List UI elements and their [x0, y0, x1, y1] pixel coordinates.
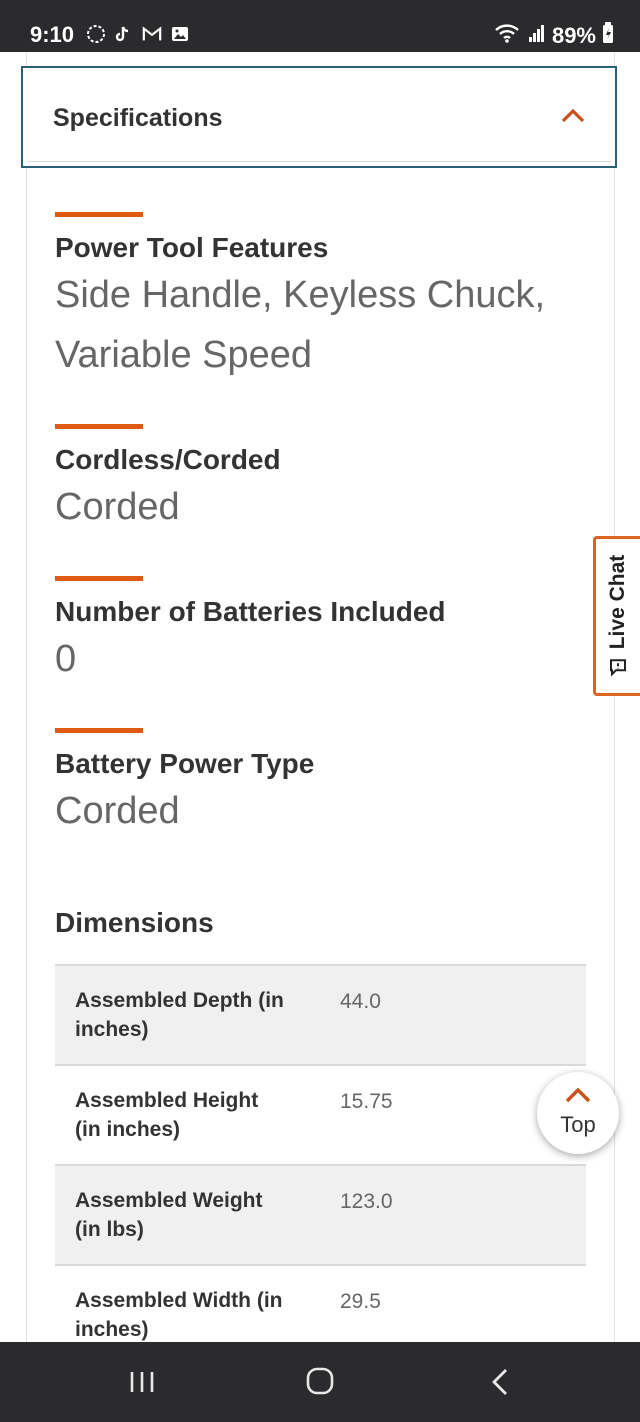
- dimension-name: Assembled Weight (in lbs): [75, 1189, 263, 1241]
- dimension-value: 123.0: [340, 1190, 393, 1213]
- feature-value: Corded: [55, 486, 180, 528]
- table-row: Assembled Depth (in inches) 44.0: [55, 966, 586, 1066]
- battery-percent: 89%: [551, 22, 596, 48]
- table-row: Assembled Height (in inches) 15.75: [55, 1066, 586, 1166]
- dimension-name: Assembled Depth (in inches): [75, 989, 284, 1041]
- battery-icon: [602, 22, 614, 49]
- home-icon[interactable]: [300, 1366, 340, 1398]
- feature-battery-power-type: Battery Power Type Corded: [55, 728, 314, 841]
- dimension-name: Assembled Height (in inches): [75, 1089, 259, 1141]
- dimensions-heading: Dimensions: [55, 907, 214, 938]
- dimension-value: 29.5: [340, 1290, 381, 1313]
- feature-value: 0: [55, 638, 77, 680]
- notification-icons: [86, 24, 190, 44]
- specifications-accordion-header[interactable]: Specifications: [21, 66, 617, 168]
- live-chat-button[interactable]: Live Chat: [593, 536, 640, 696]
- recent-apps-icon[interactable]: [122, 1366, 162, 1398]
- cell-signal-icon: [528, 23, 546, 48]
- table-row: Assembled Weight (in lbs) 123.0: [55, 1166, 586, 1266]
- accent-bar: [55, 212, 143, 217]
- accent-bar: [55, 728, 143, 733]
- status-time: 9:10: [30, 22, 75, 47]
- dimension-name: Assembled Width (in inches): [75, 1289, 283, 1341]
- specifications-title: Specifications: [53, 104, 223, 132]
- feature-cordless-corded: Cordless/Corded Corded: [55, 424, 281, 537]
- feature-label: Power Tool Features: [55, 232, 329, 263]
- gmail-icon: [142, 24, 162, 44]
- table-row: Assembled Width (in inches) 29.5: [55, 1266, 586, 1342]
- feature-value: Side Handle, Keyless Chuck, Variable Spe…: [55, 274, 546, 376]
- back-to-top-button[interactable]: Top: [537, 1072, 619, 1154]
- live-chat-label: Live Chat: [606, 554, 629, 650]
- feature-value: Corded: [55, 790, 180, 832]
- chevron-up-icon[interactable]: [561, 106, 585, 124]
- status-right: 89%: [494, 22, 614, 49]
- back-icon[interactable]: [480, 1366, 520, 1398]
- status-bar: 9:10 89%: [0, 0, 640, 52]
- dimension-value: 15.75: [340, 1090, 393, 1113]
- system-nav-bar: [0, 1342, 640, 1422]
- feature-number-of-batteries: Number of Batteries Included 0: [55, 576, 446, 689]
- feature-label: Number of Batteries Included: [55, 596, 446, 627]
- accent-bar: [55, 576, 143, 581]
- page-content: Specifications Power Tool Features Side …: [0, 52, 640, 1342]
- chevron-up-icon: [565, 1087, 591, 1103]
- wifi-icon: [494, 22, 522, 49]
- tiktok-icon: [114, 24, 134, 44]
- feature-label: Cordless/Corded: [55, 444, 281, 475]
- gallery-icon: [170, 24, 190, 44]
- top-label: Top: [560, 1112, 596, 1137]
- accent-bar: [55, 424, 143, 429]
- feature-power-tool-features: Power Tool Features Side Handle, Keyless…: [55, 212, 545, 385]
- feature-label: Battery Power Type: [55, 748, 315, 779]
- signal-app-icon: [86, 24, 106, 44]
- dimensions-table: Assembled Depth (in inches) 44.0 Assembl…: [55, 964, 586, 1342]
- chat-bubble-icon: [610, 659, 626, 677]
- dimension-value: 44.0: [340, 990, 381, 1013]
